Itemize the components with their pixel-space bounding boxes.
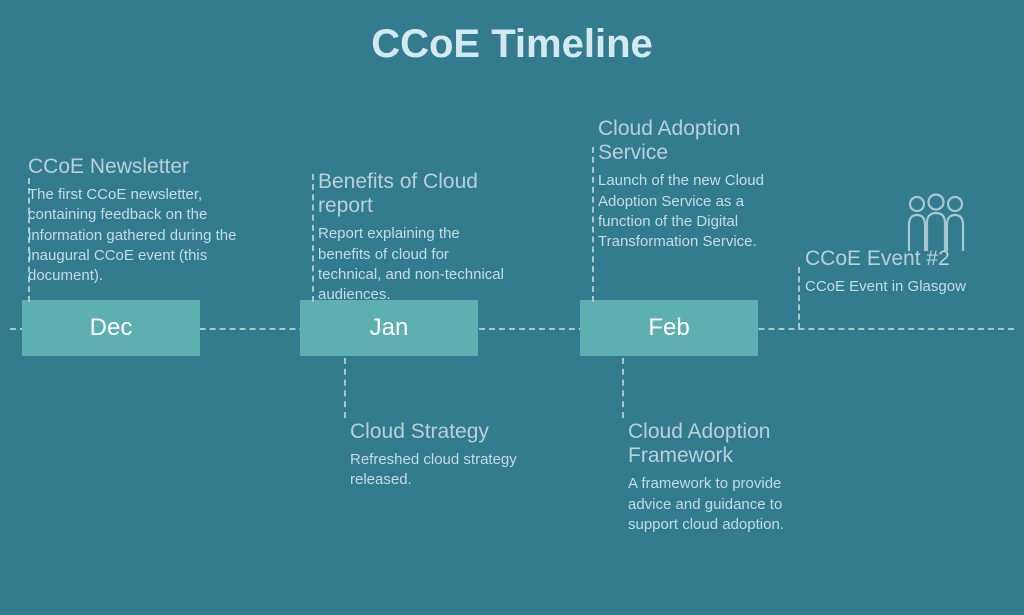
card-desc: CCoE Event in Glasgow — [805, 277, 1005, 297]
card-desc: A framework to provide advice and guidan… — [628, 474, 828, 535]
card-newsletter: CCoE Newsletter The first CCoE newslette… — [28, 155, 253, 286]
card-title: Cloud Strategy — [350, 420, 555, 444]
card-benefits: Benefits of Cloud report Report explaini… — [318, 170, 506, 305]
card-title: CCoE Newsletter — [28, 155, 253, 179]
month-box-jan: Jan — [300, 300, 478, 356]
month-label: Feb — [648, 314, 689, 342]
month-label: Jan — [370, 314, 409, 342]
month-box-feb: Feb — [580, 300, 758, 356]
people-group-icon — [897, 193, 975, 251]
card-framework: Cloud Adoption Framework A framework to … — [628, 420, 828, 535]
card-desc: Report explaining the benefits of cloud … — [318, 224, 506, 305]
card-desc: Refreshed cloud strategy released. — [350, 450, 555, 491]
card-event: CCoE Event #2 CCoE Event in Glasgow — [805, 247, 1005, 297]
month-label: Dec — [90, 314, 133, 342]
page-title: CCoE Timeline — [0, 0, 1024, 67]
card-adoption-service: Cloud Adoption Service Launch of the new… — [598, 117, 773, 252]
connector-line — [312, 174, 314, 302]
connector-line — [798, 267, 800, 329]
connector-line — [344, 358, 346, 418]
card-desc: The first CCoE newsletter, containing fe… — [28, 185, 253, 286]
card-desc: Launch of the new Cloud Adoption Service… — [598, 171, 773, 252]
connector-line — [592, 147, 594, 302]
card-strategy: Cloud Strategy Refreshed cloud strategy … — [350, 420, 555, 491]
card-title: Cloud Adoption Framework — [628, 420, 828, 468]
connector-line — [622, 358, 624, 418]
card-title: Cloud Adoption Service — [598, 117, 773, 165]
card-title: Benefits of Cloud report — [318, 170, 506, 218]
month-box-dec: Dec — [22, 300, 200, 356]
